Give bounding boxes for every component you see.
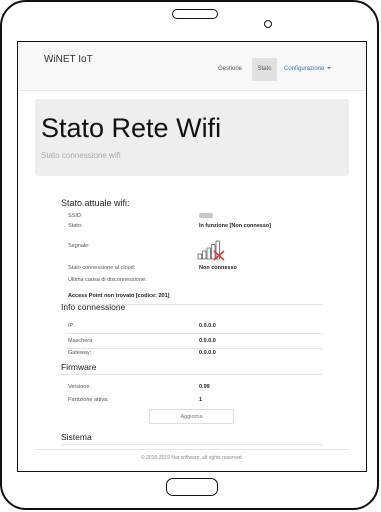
version-label: Versione: [68,384,91,390]
ip-label: IP: [68,323,75,329]
stato-label: Stato: [68,223,83,229]
tablet-frame: WiNET IoT Gestione Stato Configurazione … [0,0,379,510]
cloud-status-label: Stato connessione al cloud: [68,265,136,271]
home-button[interactable] [166,478,218,496]
disconnect-cause-label: Ultima causa di disconnessione: [68,277,147,283]
page-subtitle: Stato connessione wifi [41,151,121,160]
footer-copyright: © 2016-2019 Nat software, all rights res… [140,455,244,461]
disconnect-reason: Access Point non trovato [codice: 201] [68,293,170,299]
version-value: 0.99 [199,384,210,390]
divider [66,333,323,334]
wifi-status-title: Stato attuale wifi: [61,198,130,208]
segnale-label: Segnale: [68,243,90,249]
divider [61,374,323,375]
front-camera [264,20,272,28]
nav-item-configurazione-label: Configurazione [284,66,325,72]
footer-divider [35,449,349,450]
page-header: Stato Rete Wifi Stato connessione wifi [35,99,349,176]
navbar: WiNET IoT Gestione Stato Configurazione [18,42,366,91]
speaker-grille [172,9,218,19]
ssid-value [199,213,213,218]
wifi-signal-no-connection-icon [197,240,225,261]
mask-label: Maschera: [68,338,94,344]
nav-item-gestione[interactable]: Gestione [215,58,245,81]
divider [61,444,323,445]
divider [66,348,323,349]
screen: WiNET IoT Gestione Stato Configurazione … [17,41,367,472]
cloud-status-value: Non connesso [199,265,237,271]
stato-value: In funzione [Non connesso] [199,223,272,229]
firmware-title: Firmware [61,362,97,372]
nav-item-configurazione[interactable]: Configurazione [284,58,332,81]
ssid-label: SSID: [68,213,83,219]
ip-value: 0.0.0.0 [199,323,216,329]
mask-value: 0.0.0.0 [199,338,216,344]
caret-down-icon [327,67,332,70]
page-title: Stato Rete Wifi [41,113,222,143]
nav-item-stato[interactable]: Stato [252,58,277,81]
connection-info-title: Info connessione [61,302,126,312]
partition-value: 1 [199,397,203,403]
gateway-value: 0.0.0.0 [199,350,216,356]
system-title: Sistema [61,432,92,442]
update-firmware-button[interactable]: Aggiorna [149,409,234,424]
brand-logo[interactable]: WiNET IoT [44,54,93,65]
gateway-label: Gateway: [68,350,92,356]
partition-label: Partizione attiva: [68,397,109,403]
